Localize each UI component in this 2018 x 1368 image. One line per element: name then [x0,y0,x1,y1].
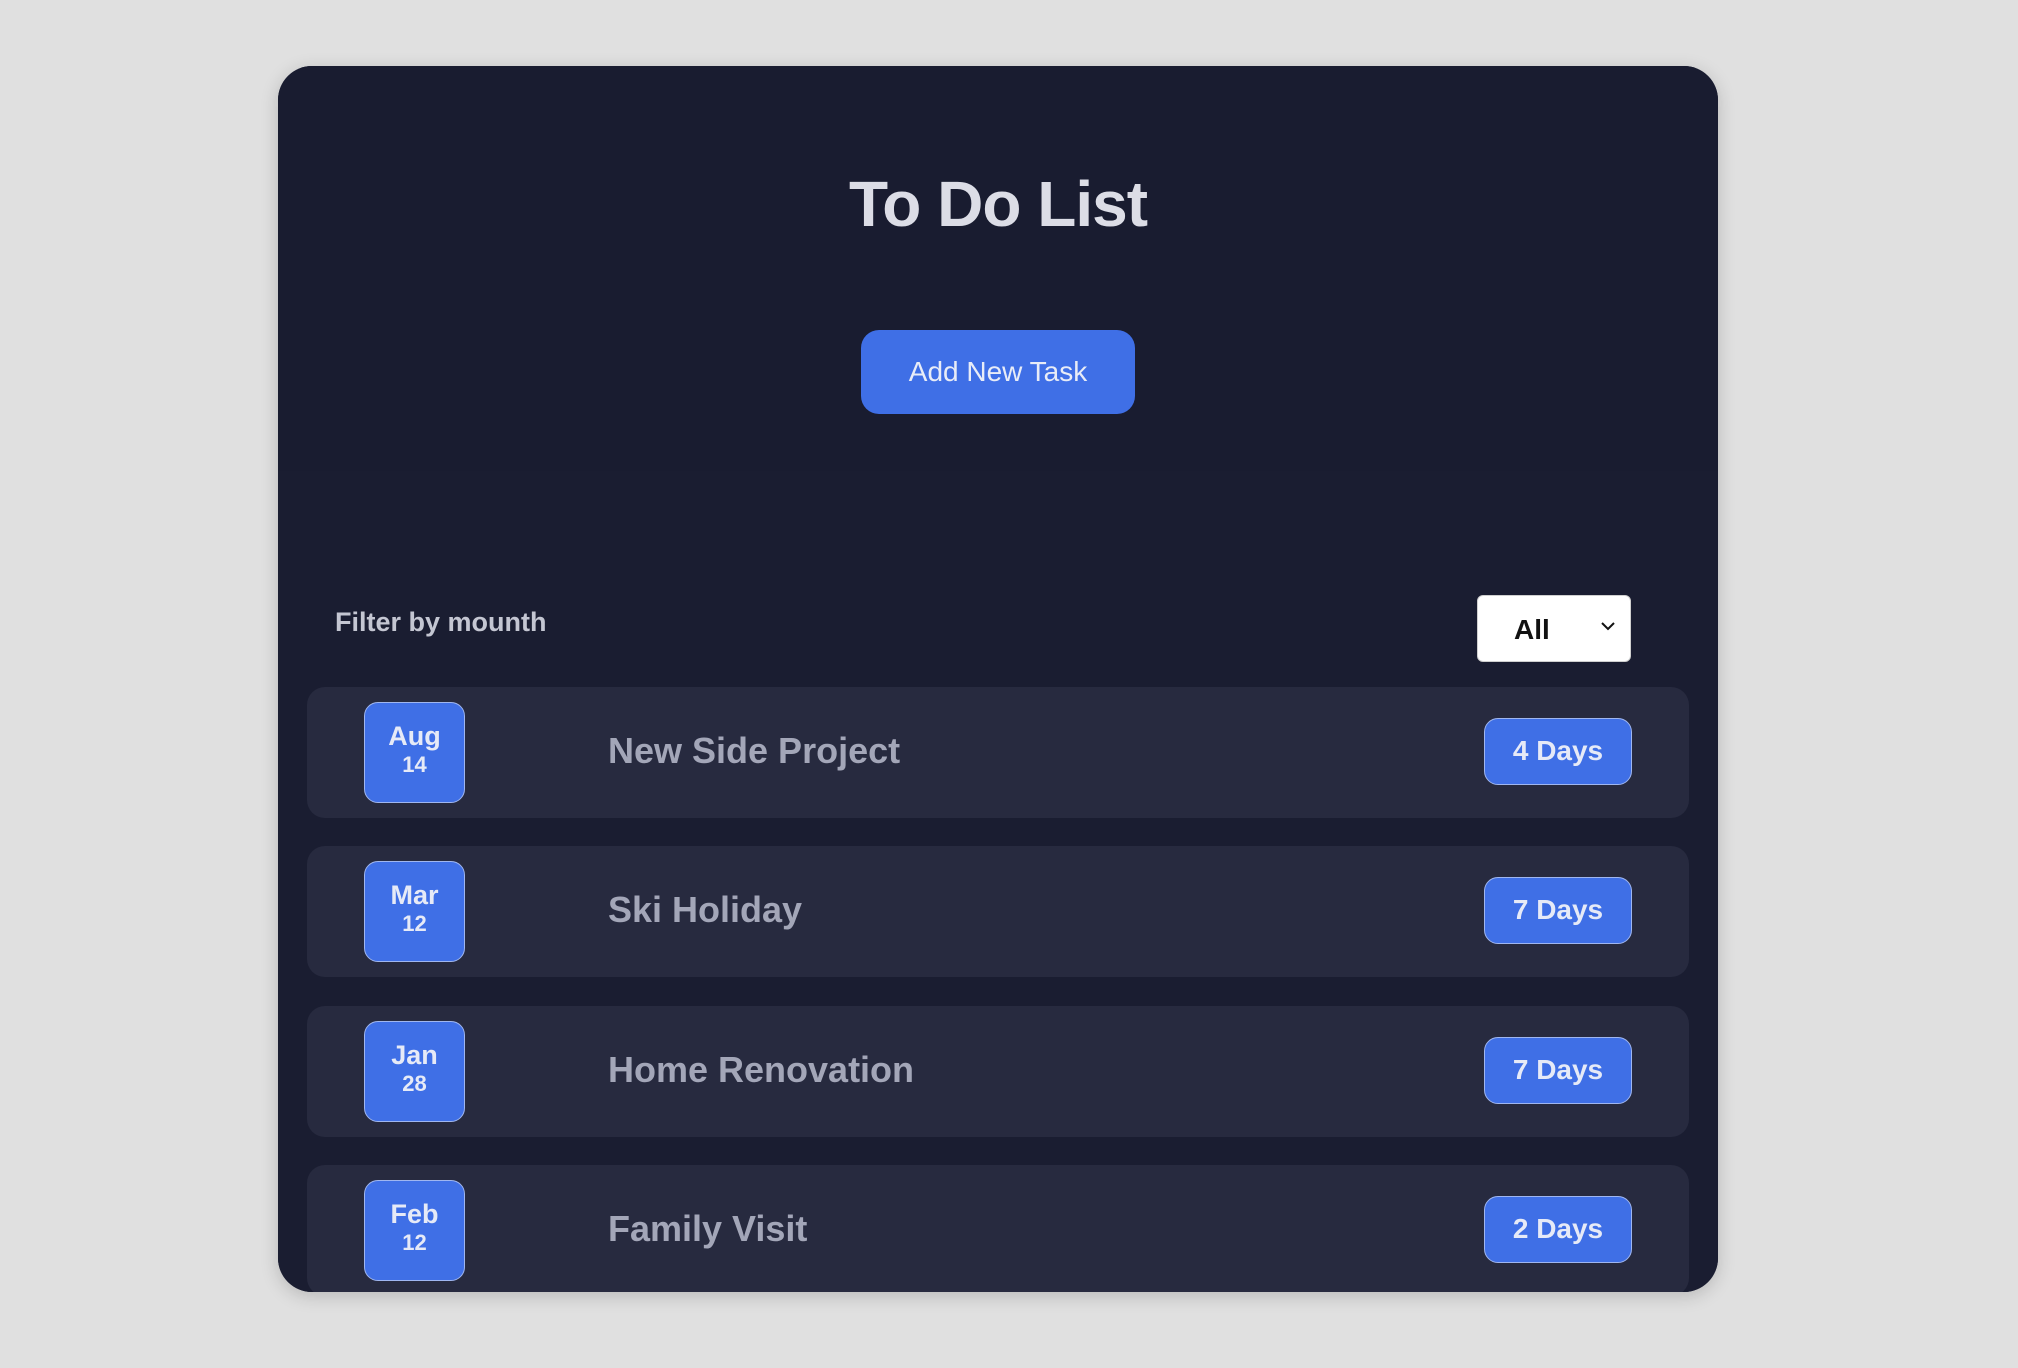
task-date-badge: Mar 12 [364,861,465,962]
task-name: Home Renovation [608,1049,915,1090]
task-month: Jan [391,1040,438,1070]
task-duration-badge: 7 Days [1484,1037,1632,1104]
task-date-badge: Aug 14 [364,702,465,803]
task-item[interactable]: Mar 12 Ski Holiday 7 Days [307,846,1689,977]
month-filter-select[interactable]: All [1477,595,1631,662]
task-name: Family Visit [608,1208,808,1249]
task-duration-badge: 4 Days [1484,718,1632,785]
task-item[interactable]: Aug 14 New Side Project 4 Days [307,687,1689,818]
task-name: Ski Holiday [608,889,803,930]
task-month: Feb [390,1199,439,1229]
page-title: To Do List [848,168,1148,240]
task-date-badge: Feb 12 [364,1180,465,1281]
task-duration-badge: 7 Days [1484,877,1632,944]
task-day: 14 [402,752,427,777]
task-name: New Side Project [608,730,901,771]
task-item[interactable]: Jan 28 Home Renovation 7 Days [307,1006,1689,1137]
chevron-down-icon [1601,622,1615,631]
task-day: 12 [402,911,427,936]
task-day: 28 [402,1071,427,1096]
add-new-task-button[interactable]: Add New Task [861,330,1135,414]
task-month: Mar [390,880,439,910]
card-header: To Do List Add New Task [278,66,1718,471]
filter-selected-value: All [1514,614,1550,645]
todo-card: To Do List Add New Task Filter by mounth… [278,66,1718,1292]
task-duration-badge: 2 Days [1484,1196,1632,1263]
task-day: 12 [402,1230,427,1255]
task-section: Filter by mounth All Aug 14 New Side Pro… [278,471,1718,1292]
task-month: Aug [388,721,441,751]
task-item[interactable]: Feb 12 Family Visit 2 Days [307,1165,1689,1292]
filter-label: Filter by mounth [335,607,547,637]
task-date-badge: Jan 28 [364,1021,465,1122]
